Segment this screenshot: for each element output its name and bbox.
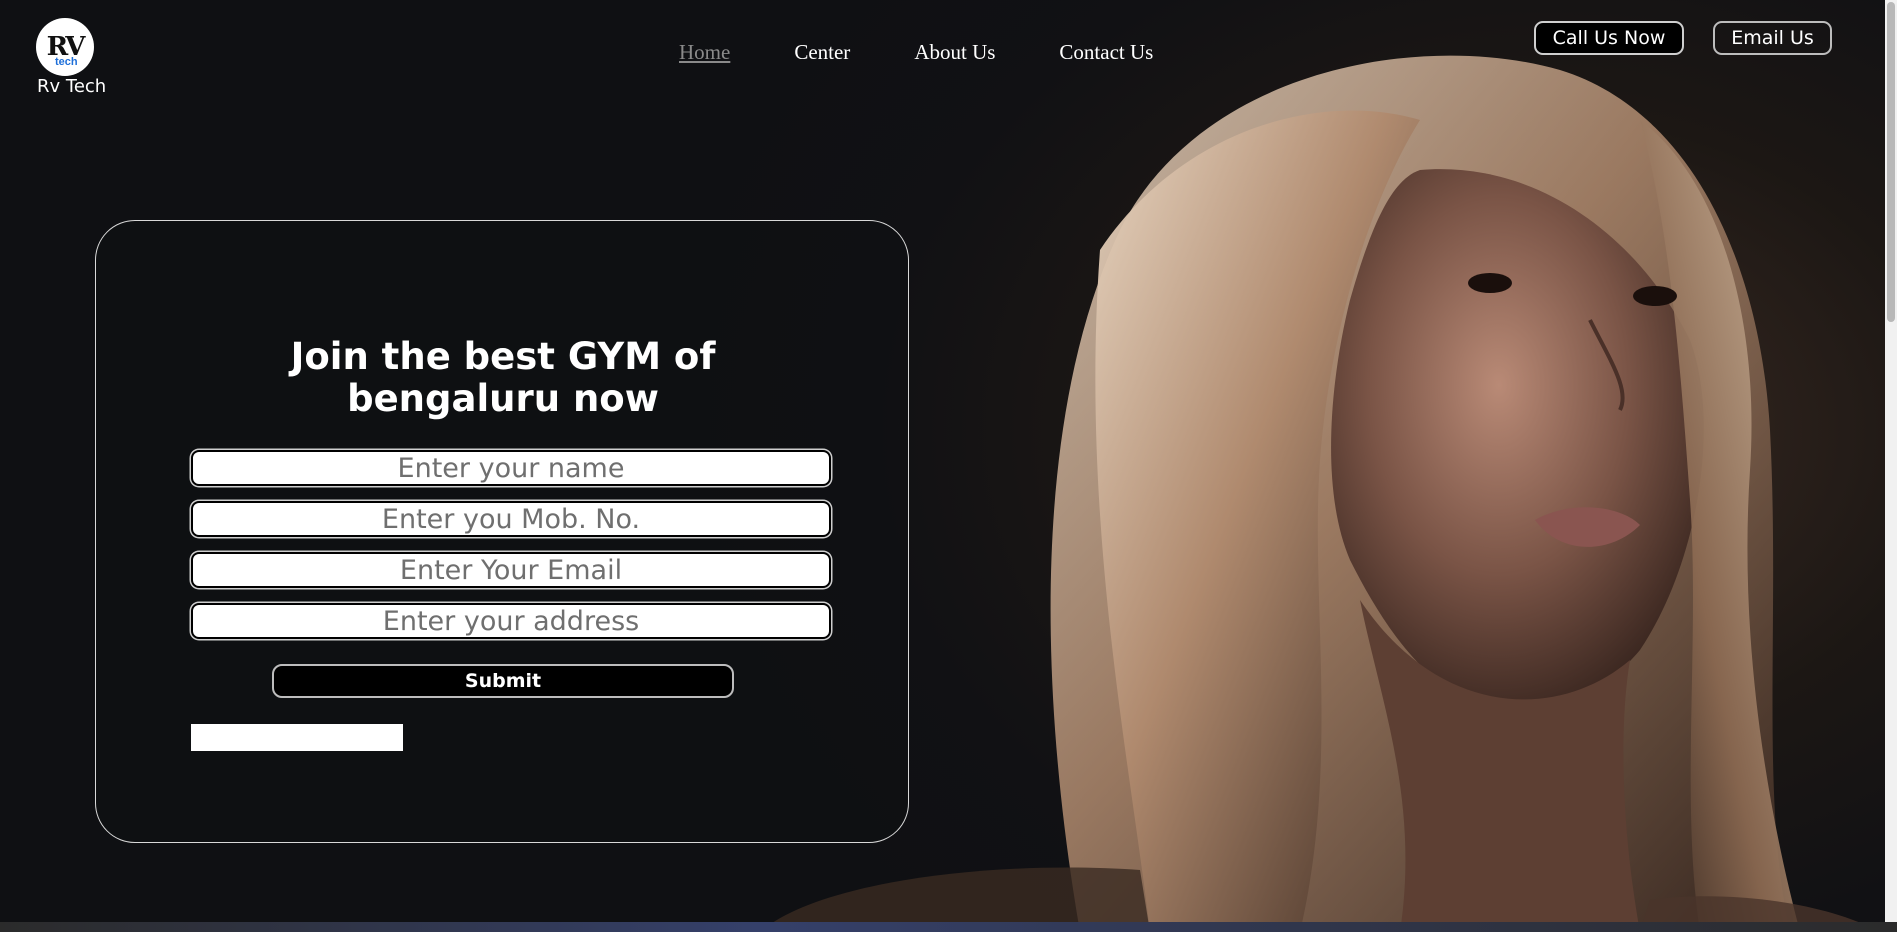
brand-name: Rv Tech bbox=[37, 76, 107, 97]
email-input[interactable] bbox=[191, 552, 831, 588]
form-heading: Join the best GYM of bengaluru now bbox=[290, 335, 716, 420]
nav-link-about-us[interactable]: About Us bbox=[914, 40, 995, 65]
main-nav: Home Center About Us Contact Us bbox=[679, 40, 1217, 65]
page: RV tech Rv Tech Home Center About Us Con… bbox=[0, 0, 1897, 932]
vertical-scrollbar[interactable] bbox=[1885, 0, 1897, 922]
logo-badge-icon: RV tech bbox=[36, 18, 94, 76]
address-input[interactable] bbox=[191, 603, 831, 639]
email-us-button[interactable]: Email Us bbox=[1713, 21, 1832, 55]
nav-link-center[interactable]: Center bbox=[794, 40, 850, 65]
submit-button[interactable]: Submit bbox=[272, 664, 734, 698]
brand-logo[interactable]: RV tech Rv Tech bbox=[36, 18, 116, 97]
nav-link-contact-us[interactable]: Contact Us bbox=[1059, 40, 1153, 65]
call-us-now-button[interactable]: Call Us Now bbox=[1534, 21, 1684, 55]
nav-link-home[interactable]: Home bbox=[679, 40, 730, 65]
blank-white-box bbox=[191, 724, 403, 751]
scrollbar-thumb[interactable] bbox=[1887, 2, 1895, 322]
name-input[interactable] bbox=[191, 450, 831, 486]
join-form-card: Join the best GYM of bengaluru now Submi… bbox=[95, 220, 909, 843]
logo-sub-text: tech bbox=[55, 56, 78, 68]
mobile-input[interactable] bbox=[191, 501, 831, 537]
bottom-edge-bar bbox=[0, 922, 1897, 932]
